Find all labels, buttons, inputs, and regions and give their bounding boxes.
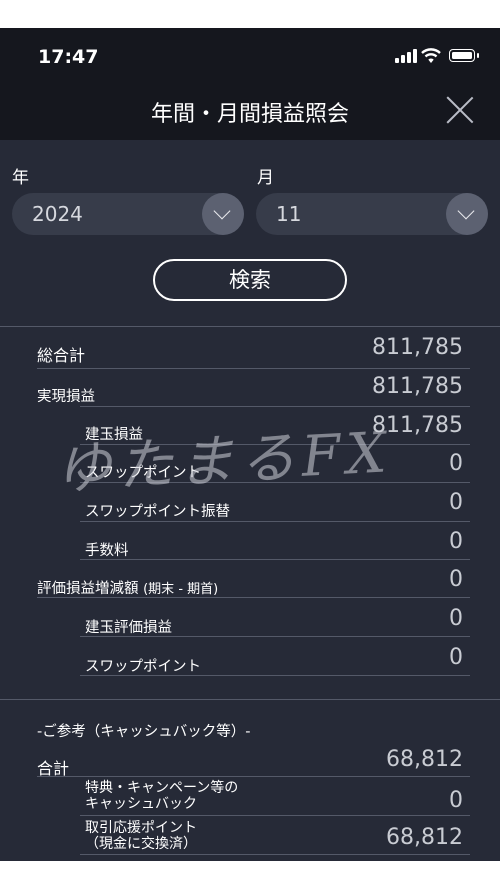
divider (37, 368, 470, 369)
close-icon[interactable] (445, 95, 475, 125)
divider (80, 482, 470, 483)
nav-bar: 年間・月間損益照会 (0, 86, 500, 140)
wifi-icon (421, 48, 441, 63)
points-label-line1: 取引応援ポイント (85, 820, 197, 836)
total-value: 811,785 (372, 335, 463, 360)
fee-value: 0 (449, 529, 463, 554)
points-label-line2: （現金に交換済） (85, 836, 197, 852)
status-bar: 17:47 (0, 28, 500, 86)
total-label: 総合計 (37, 346, 86, 365)
divider (80, 854, 470, 855)
valuation-value: 0 (449, 567, 463, 592)
divider (37, 597, 470, 598)
divider (80, 636, 470, 637)
month-select[interactable]: 11 (256, 193, 488, 235)
watermark: ゆたまるFX (53, 420, 394, 503)
position-valuation-label: 建玉評価損益 (85, 620, 172, 636)
realized-value: 811,785 (372, 374, 463, 399)
chevron-down-icon[interactable] (202, 193, 244, 235)
position-pl-value: 811,785 (372, 413, 463, 438)
valuation-swap-label: スワップポイント (85, 659, 201, 675)
reference-total-value: 68,812 (386, 747, 463, 772)
divider (37, 776, 470, 777)
page-title: 年間・月間損益照会 (150, 102, 349, 127)
signal-icon (395, 49, 419, 63)
divider (80, 559, 470, 560)
points-value: 68,812 (386, 825, 463, 850)
divider (80, 406, 470, 407)
fee-label: 手数料 (85, 543, 129, 559)
divider (80, 815, 470, 816)
valuation-swap-value: 0 (449, 645, 463, 670)
divider (80, 444, 470, 445)
month-label: 月 (257, 168, 274, 188)
cashback-label-line1: 特典・キャンペーン等の (85, 780, 239, 796)
battery-icon (449, 49, 475, 62)
month-value: 11 (276, 202, 302, 226)
swap-transfer-value: 0 (449, 490, 463, 515)
bottom-margin (0, 861, 500, 889)
divider (0, 699, 500, 700)
swap-transfer-label: スワップポイント振替 (85, 504, 230, 520)
search-button[interactable]: 検索 (153, 259, 347, 301)
year-label: 年 (12, 168, 29, 188)
swap-value: 0 (449, 451, 463, 476)
position-pl-label: 建玉損益 (85, 427, 143, 443)
valuation-label-paren: (期末 - 期首) (143, 582, 219, 597)
cashback-value: 0 (449, 788, 463, 813)
year-select[interactable]: 2024 (12, 193, 244, 235)
valuation-label: 評価損益増減額 (期末 - 期首) (37, 577, 218, 598)
app-screen: 17:47 年間・月間損益照会 年 月 2024 11 検索 総合計 811,7… (0, 28, 500, 861)
realized-label: 実現損益 (37, 389, 95, 405)
chevron-down-icon[interactable] (446, 193, 488, 235)
cashback-label-line2: キャッシュバック (85, 796, 197, 812)
divider (80, 521, 470, 522)
status-time: 17:47 (38, 46, 99, 68)
year-value: 2024 (32, 202, 83, 226)
battery-tip (477, 53, 479, 58)
divider (0, 326, 500, 327)
cashback-label: 特典・キャンペーン等の キャッシュバック (85, 780, 238, 812)
points-label: 取引応援ポイント （現金に交換済） (85, 820, 197, 852)
divider (80, 675, 470, 676)
position-valuation-value: 0 (449, 606, 463, 631)
swap-label: スワップポイント (85, 465, 201, 481)
reference-title: -ご参考（キャッシュバック等）- (37, 724, 251, 740)
valuation-label-text: 評価損益増減額 (37, 581, 139, 597)
